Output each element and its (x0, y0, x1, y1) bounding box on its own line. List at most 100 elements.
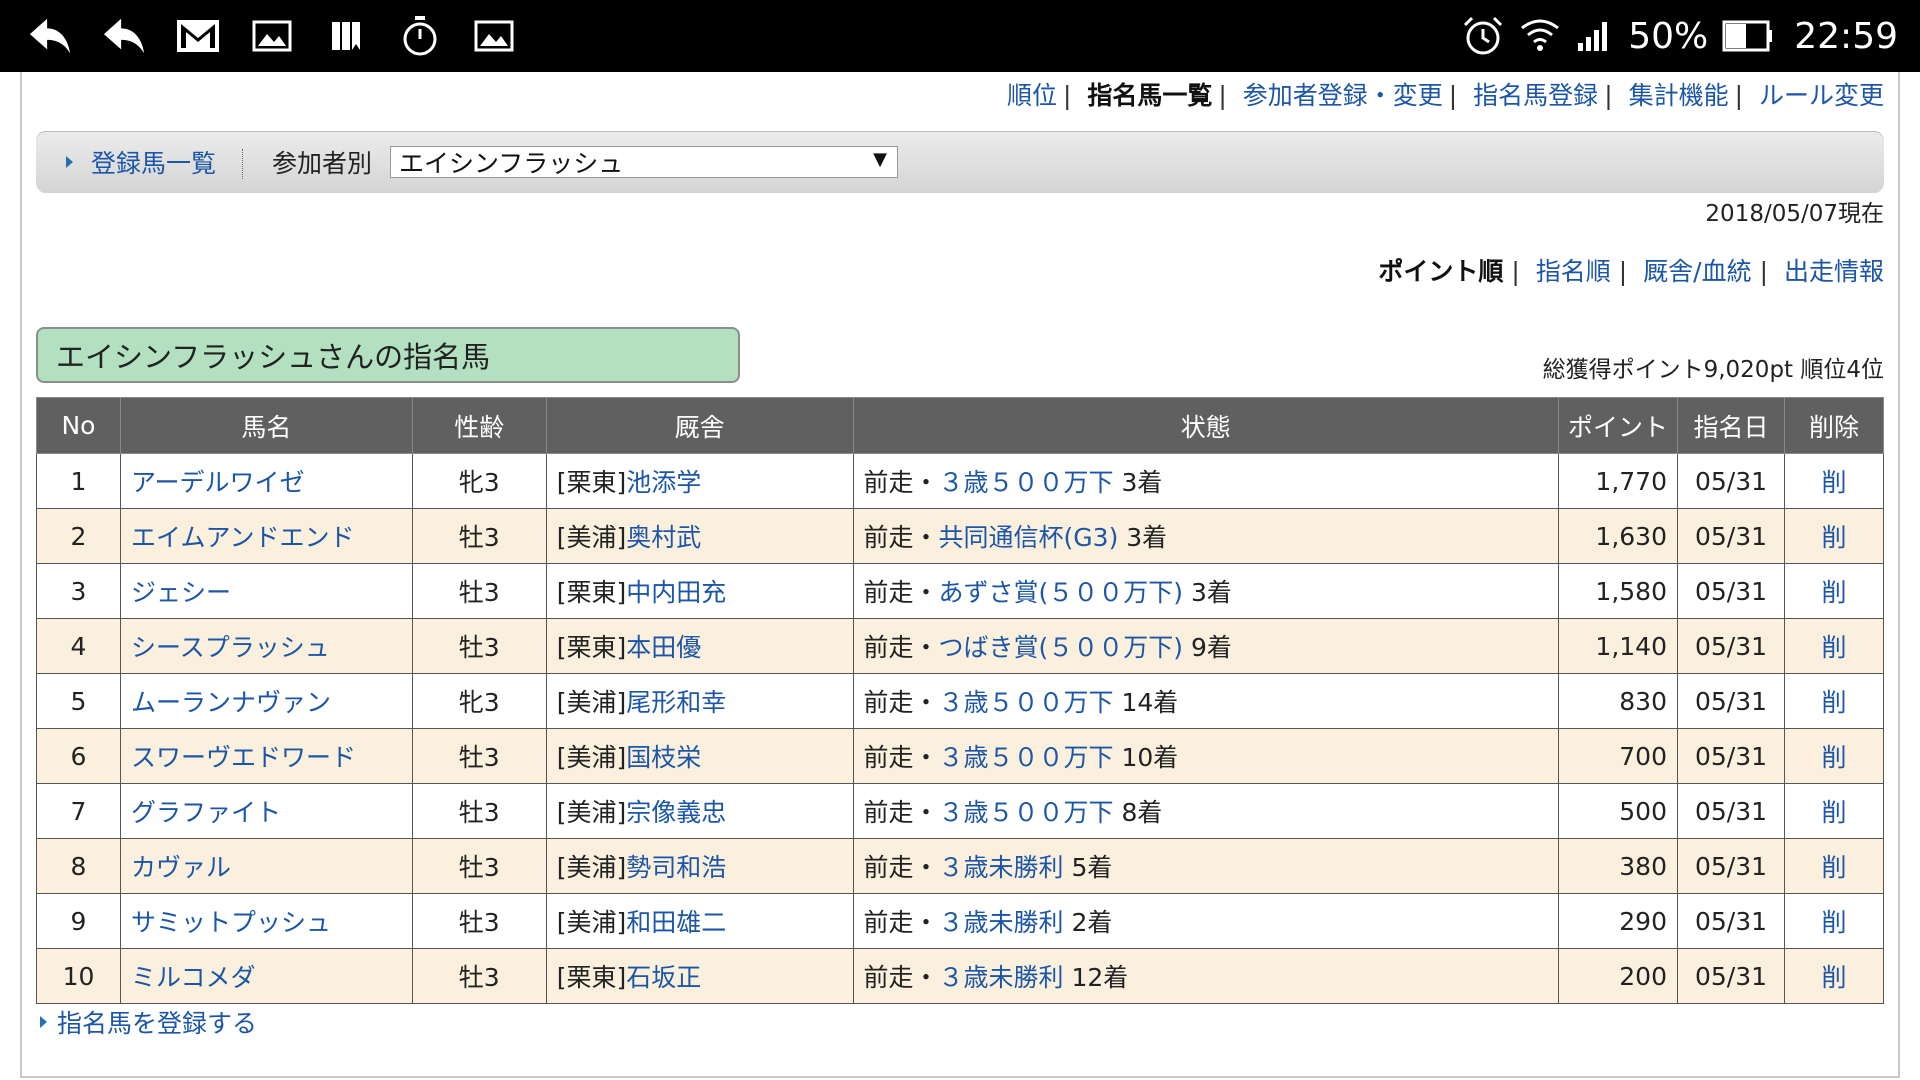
register-horse-label: 指名馬を登録する (57, 1009, 258, 1038)
wifi-icon (1518, 16, 1562, 56)
trainer-link[interactable]: 宗像義忠 (626, 798, 726, 827)
trainer-link[interactable]: 勢司和浩 (626, 853, 726, 882)
cell-delete: 削 (1783, 838, 1885, 894)
race-link[interactable]: あずさ賞(５００万下) (939, 578, 1184, 607)
status-prefix: 前走・ (863, 908, 939, 937)
trainer-link[interactable]: 和田雄二 (626, 908, 726, 937)
horse-name-link[interactable]: ジェシー (131, 578, 231, 607)
stopwatch-icon (398, 14, 442, 58)
delete-link[interactable]: 削 (1821, 963, 1846, 992)
cell-nomination-date: 05/31 (1677, 563, 1785, 619)
participant-select[interactable]: エイシンフラッシュ ▼ (390, 146, 898, 178)
race-link[interactable]: つばき賞(５００万下) (939, 633, 1184, 662)
cell-horse-name: スワーヴエドワード (119, 728, 413, 784)
race-link[interactable]: 共同通信杯(G3) (939, 523, 1119, 552)
trainer-link[interactable]: 池添学 (626, 468, 701, 497)
horse-name-link[interactable]: ミルコメダ (131, 963, 256, 992)
trainer-link[interactable]: 中内田充 (626, 578, 726, 607)
cell-nomination-date: 05/31 (1677, 783, 1785, 839)
cell-nomination-date: 05/31 (1677, 453, 1785, 509)
cell-status: 前走・３歳５００万下 3着 (852, 453, 1560, 509)
cell-no: 9 (36, 893, 121, 949)
registered-horses-link[interactable]: 登録馬一覧 (66, 131, 216, 193)
delete-link[interactable]: 削 (1821, 523, 1846, 552)
delete-link[interactable]: 削 (1821, 633, 1846, 662)
cell-stable: [栗東]本田優 (545, 618, 854, 674)
horse-name-link[interactable]: サミットプッシュ (131, 908, 331, 937)
status-prefix: 前走・ (863, 798, 939, 827)
trainer-link[interactable]: 国枝栄 (626, 743, 701, 772)
registered-horses-label: 登録馬一覧 (91, 149, 217, 178)
header-horse-name: 馬名 (119, 397, 413, 454)
race-link[interactable]: ３歳５００万下 (939, 468, 1114, 497)
cell-status: 前走・３歳未勝利 5着 (852, 838, 1560, 894)
cell-delete: 削 (1783, 893, 1885, 949)
nav-ranking[interactable]: 順位 (1007, 81, 1057, 110)
delete-link[interactable]: 削 (1821, 578, 1846, 607)
cell-horse-name: ミルコメダ (119, 948, 413, 1004)
status-prefix: 前走・ (863, 633, 939, 662)
bookmark-icon (324, 14, 368, 58)
alarm-clock-icon (1462, 15, 1504, 57)
filter-toolbar: 登録馬一覧 参加者別 エイシンフラッシュ ▼ (36, 131, 1884, 193)
stable-region: [栗東] (556, 468, 627, 497)
cell-sex-age: 牡3 (411, 618, 547, 674)
stable-region: [美浦] (556, 743, 627, 772)
table-row: 7 グラファイト 牡3 [美浦]宗像義忠 前走・３歳５００万下 8着 500 05/31 削 (36, 783, 1885, 839)
race-link[interactable]: ３歳５００万下 (939, 743, 1114, 772)
horse-name-link[interactable]: シースプラッシュ (131, 633, 330, 662)
delete-link[interactable]: 削 (1821, 468, 1846, 497)
nav-nominated-list[interactable]: 指名馬一覧 (1087, 81, 1212, 110)
race-link[interactable]: ３歳未勝利 (939, 963, 1064, 992)
trainer-link[interactable]: 石坂正 (626, 963, 701, 992)
horse-name-link[interactable]: エイムアンドエンド (131, 523, 355, 552)
horse-name-link[interactable]: ムーランナヴァン (131, 688, 331, 717)
finish-position: 10着 (1121, 743, 1179, 772)
cell-status: 前走・あずさ賞(５００万下) 3着 (852, 563, 1560, 619)
nav-nominate-horse[interactable]: 指名馬登録 (1473, 81, 1598, 110)
race-link[interactable]: ３歳５００万下 (939, 798, 1114, 827)
cell-stable: [栗東]池添学 (545, 453, 854, 509)
cell-delete: 削 (1783, 508, 1885, 564)
sort-by-race-entries[interactable]: 出走情報 (1784, 257, 1884, 286)
delete-link[interactable]: 削 (1821, 853, 1846, 882)
trainer-link[interactable]: 尾形和幸 (626, 688, 726, 717)
race-link[interactable]: ３歳未勝利 (939, 853, 1064, 882)
horse-name-link[interactable]: スワーヴエドワード (131, 743, 356, 772)
finish-position: 3着 (1126, 523, 1168, 552)
nav-rule-change[interactable]: ルール変更 (1759, 81, 1884, 110)
nav-participant-registration[interactable]: 参加者登録・変更 (1243, 81, 1443, 110)
register-horse-link[interactable]: 指名馬を登録する (40, 1004, 257, 1040)
delete-link[interactable]: 削 (1821, 743, 1846, 772)
race-link[interactable]: ３歳５００万下 (939, 688, 1114, 717)
nav-aggregation[interactable]: 集計機能 (1629, 81, 1729, 110)
horse-name-link[interactable]: グラファイト (131, 798, 281, 827)
clock: 22:59 (1794, 15, 1898, 57)
delete-link[interactable]: 削 (1821, 688, 1846, 717)
sort-by-nomination[interactable]: 指名順 (1536, 257, 1611, 286)
cell-delete: 削 (1783, 618, 1885, 674)
horse-name-link[interactable]: アーデルワイゼ (131, 468, 305, 497)
trainer-link[interactable]: 本田優 (626, 633, 701, 662)
cell-sex-age: 牡3 (411, 893, 547, 949)
trainer-link[interactable]: 奥村武 (626, 523, 701, 552)
cell-delete: 削 (1783, 728, 1885, 784)
cell-stable: [美浦]勢司和浩 (545, 838, 854, 894)
cell-no: 6 (36, 728, 121, 784)
status-prefix: 前走・ (863, 688, 939, 717)
status-prefix: 前走・ (863, 578, 939, 607)
delete-link[interactable]: 削 (1821, 908, 1846, 937)
table-row: 6 スワーヴエドワード 牡3 [美浦]国枝栄 前走・３歳５００万下 10着 700 05/3… (36, 728, 1885, 784)
table-row: 8 カヴァル 牡3 [美浦]勢司和浩 前走・３歳未勝利 5着 380 05/31 削 (36, 838, 1885, 894)
sort-by-points[interactable]: ポイント順 (1378, 257, 1503, 286)
horse-name-link[interactable]: カヴァル (131, 853, 231, 882)
cell-points: 380 (1558, 838, 1678, 894)
race-link[interactable]: ３歳未勝利 (939, 908, 1064, 937)
dropdown-arrow-icon: ▼ (873, 149, 887, 170)
sort-by-stable-bloodline[interactable]: 厩舎/血統 (1643, 257, 1751, 286)
cell-no: 5 (36, 673, 121, 729)
cell-status: 前走・３歳５００万下 14着 (852, 673, 1560, 729)
cell-sex-age: 牡3 (411, 948, 547, 1004)
delete-link[interactable]: 削 (1821, 798, 1846, 827)
header-stable: 厩舎 (545, 397, 854, 454)
